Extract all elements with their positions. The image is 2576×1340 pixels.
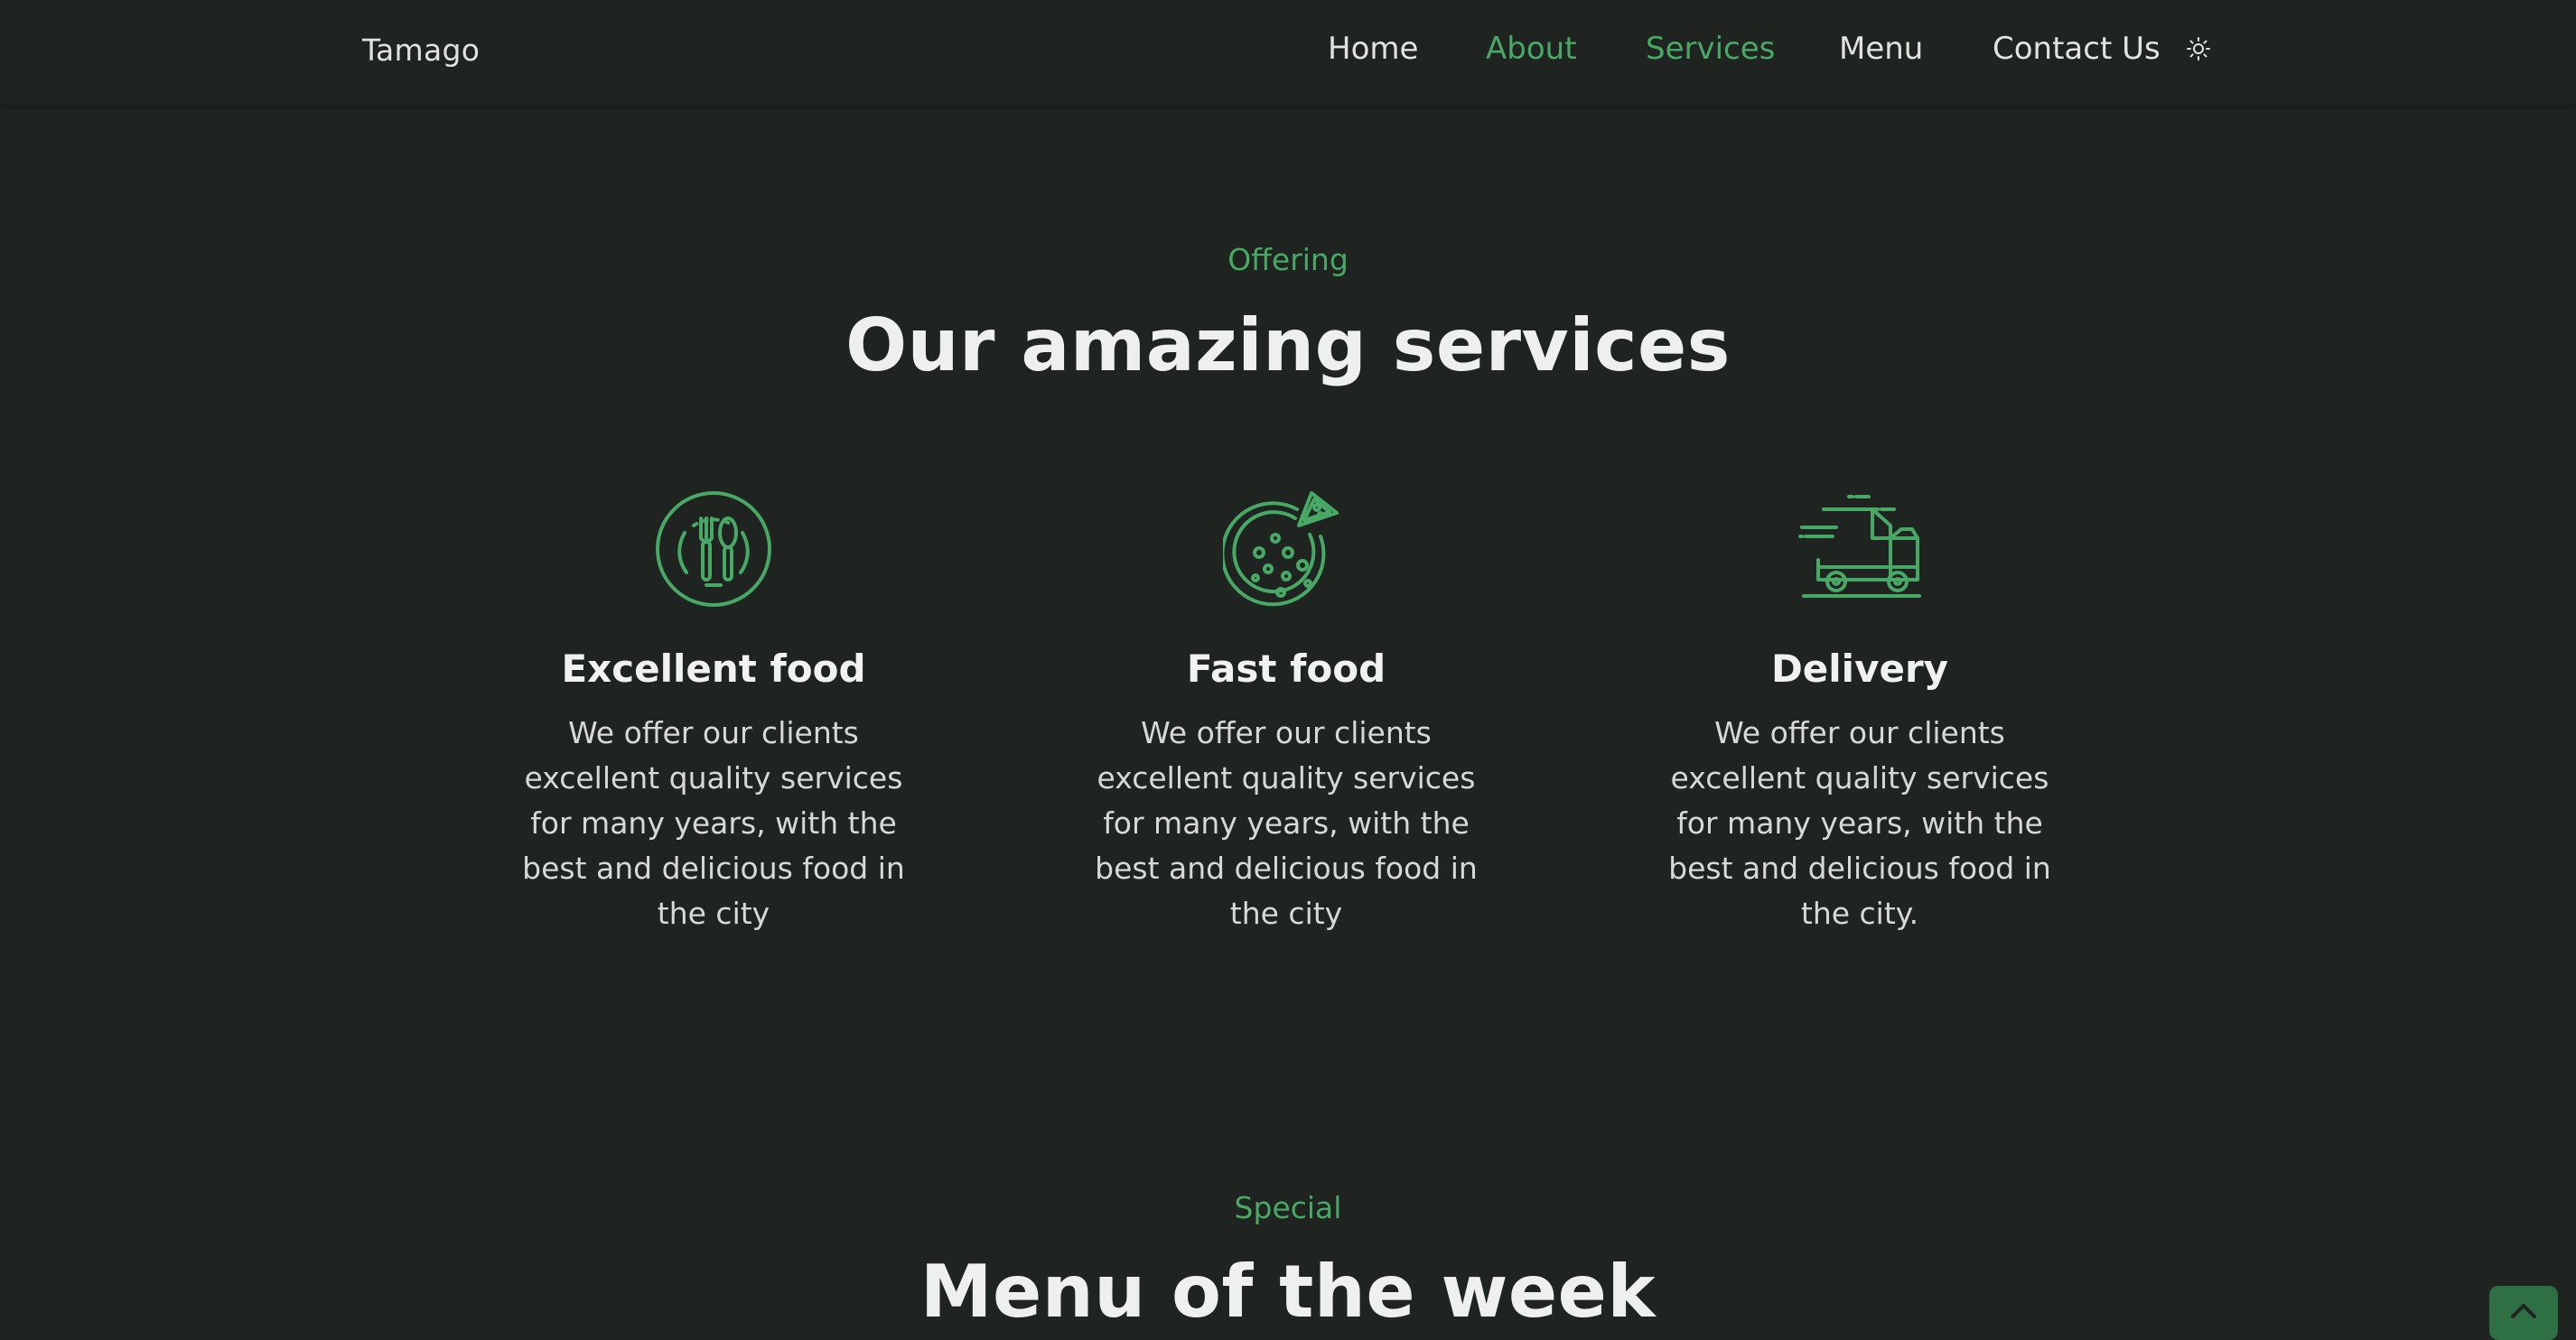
menu-subtitle: Special	[1234, 1190, 1342, 1225]
card-text: We offer our clients excellent quality s…	[522, 715, 905, 931]
service-card-delivery: Delivery We offer our clients excellent …	[1625, 486, 2095, 936]
sun-icon[interactable]	[2186, 36, 2211, 61]
utensils-icon	[656, 491, 771, 607]
services-subtitle: Offering	[1227, 242, 1349, 277]
menu-section-header: Special	[0, 1190, 2576, 1225]
chevron-up-icon	[2511, 1304, 2536, 1318]
card-text: We offer our clients excellent quality s…	[1668, 715, 2051, 931]
nav-link-about[interactable]: About	[1486, 31, 1577, 67]
services-title: Our amazing services	[845, 303, 1731, 387]
site-header: Tamago Home About Services Menu Contact …	[0, 0, 2576, 105]
service-card-excellent-food: Excellent food We offer our clients exce…	[479, 486, 948, 936]
services-title-wrap: Our amazing services	[0, 303, 2576, 387]
delivery-truck-icon	[1798, 495, 1921, 598]
service-card-fast-food: Fast food We offer our clients excellent…	[1051, 486, 1521, 936]
scroll-up-button[interactable]	[2489, 1286, 2558, 1340]
nav-link-home[interactable]: Home	[1328, 31, 1418, 67]
menu-title-wrap: Menu of the week	[0, 1250, 2576, 1334]
pizza-icon	[1223, 491, 1339, 607]
card-title: Excellent food	[561, 647, 866, 691]
services-cards: Excellent food We offer our clients exce…	[0, 486, 2576, 931]
nav-link-services[interactable]: Services	[1646, 31, 1775, 67]
menu-title: Menu of the week	[919, 1250, 1657, 1334]
card-title: Delivery	[1770, 647, 1949, 691]
card-text: We offer our clients excellent quality s…	[1095, 715, 1478, 931]
nav-link-menu[interactable]: Menu	[1839, 31, 1923, 67]
nav-link-contact[interactable]: Contact Us	[1993, 31, 2161, 67]
card-title: Fast food	[1186, 647, 1386, 691]
services-section-header: Offering	[0, 242, 2576, 277]
